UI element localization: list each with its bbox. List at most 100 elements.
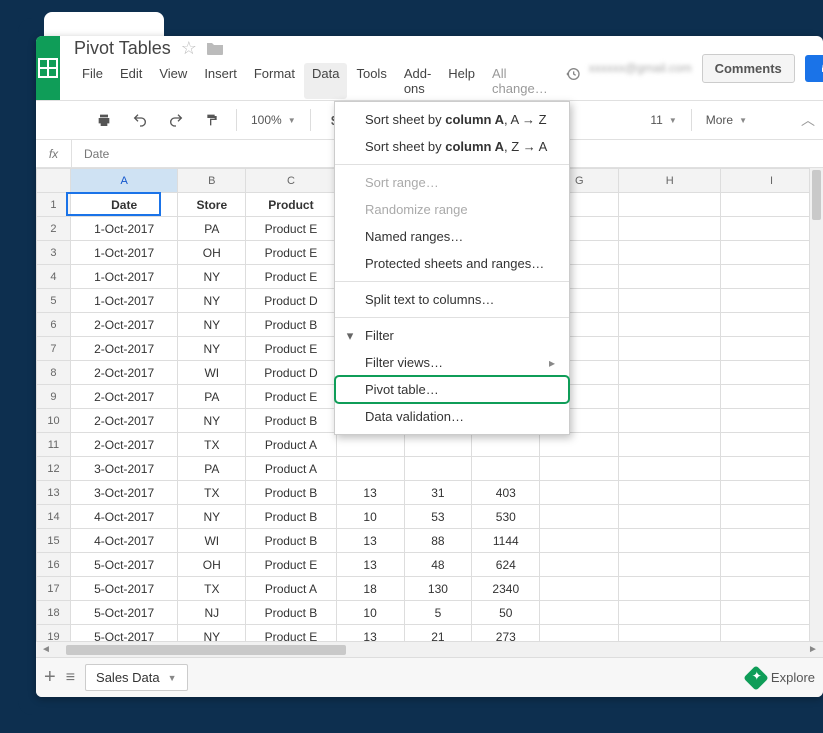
collapse-toolbar-icon[interactable]: ︿ bbox=[801, 110, 815, 130]
cell[interactable]: Store bbox=[178, 193, 246, 217]
cell[interactable] bbox=[619, 361, 721, 385]
cell[interactable]: 5-Oct-2017 bbox=[70, 577, 177, 601]
row-header[interactable]: 4 bbox=[37, 265, 71, 289]
cell[interactable]: 31 bbox=[404, 481, 472, 505]
cell[interactable]: PA bbox=[178, 385, 246, 409]
cell[interactable]: PA bbox=[178, 457, 246, 481]
cell[interactable]: Product E bbox=[246, 553, 336, 577]
cell[interactable] bbox=[619, 553, 721, 577]
all-sheets-icon[interactable]: ≡ bbox=[66, 669, 75, 687]
cell[interactable]: 5-Oct-2017 bbox=[70, 601, 177, 625]
cell[interactable] bbox=[472, 433, 540, 457]
cell[interactable]: Product E bbox=[246, 241, 336, 265]
cell[interactable]: 1-Oct-2017 bbox=[70, 217, 177, 241]
col-header[interactable]: B bbox=[178, 169, 246, 193]
horizontal-scrollbar[interactable]: ◄ ► bbox=[36, 641, 823, 657]
vertical-scrollbar[interactable] bbox=[809, 168, 823, 641]
cell[interactable] bbox=[721, 217, 823, 241]
cell[interactable]: 4-Oct-2017 bbox=[70, 529, 177, 553]
explore-button[interactable]: Explore bbox=[747, 669, 815, 687]
cell[interactable]: 21 bbox=[404, 625, 472, 642]
star-icon[interactable]: ☆ bbox=[181, 40, 197, 56]
cell[interactable]: Product E bbox=[246, 625, 336, 642]
cell[interactable] bbox=[619, 265, 721, 289]
cell[interactable]: 50 bbox=[472, 601, 540, 625]
cell[interactable]: 130 bbox=[404, 577, 472, 601]
history-icon[interactable] bbox=[557, 63, 589, 99]
menu-help[interactable]: Help bbox=[440, 63, 483, 99]
cell[interactable] bbox=[540, 457, 619, 481]
cell[interactable]: 2-Oct-2017 bbox=[70, 313, 177, 337]
menu-view[interactable]: View bbox=[151, 63, 195, 99]
cell[interactable] bbox=[721, 529, 823, 553]
menu-file[interactable]: File bbox=[74, 63, 111, 99]
cell[interactable] bbox=[619, 625, 721, 642]
cell[interactable]: 2-Oct-2017 bbox=[70, 433, 177, 457]
cell[interactable]: Product B bbox=[246, 529, 336, 553]
col-header[interactable]: I bbox=[721, 169, 823, 193]
cell[interactable]: NJ bbox=[178, 601, 246, 625]
scroll-thumb[interactable] bbox=[66, 645, 346, 655]
row-header[interactable]: 19 bbox=[37, 625, 71, 642]
cell[interactable] bbox=[540, 601, 619, 625]
menu-format[interactable]: Format bbox=[246, 63, 303, 99]
cell[interactable] bbox=[619, 433, 721, 457]
cell[interactable] bbox=[619, 289, 721, 313]
cell[interactable] bbox=[721, 457, 823, 481]
cell[interactable]: Product bbox=[246, 193, 336, 217]
cell[interactable]: Date bbox=[70, 193, 177, 217]
cell[interactable]: 18 bbox=[336, 577, 404, 601]
cell[interactable]: NY bbox=[178, 313, 246, 337]
cell[interactable] bbox=[619, 601, 721, 625]
cell[interactable] bbox=[540, 505, 619, 529]
cell[interactable]: WI bbox=[178, 361, 246, 385]
sheets-logo[interactable] bbox=[36, 36, 60, 100]
row-header[interactable]: 14 bbox=[37, 505, 71, 529]
cell[interactable] bbox=[721, 577, 823, 601]
row-header[interactable]: 12 bbox=[37, 457, 71, 481]
cell[interactable] bbox=[540, 553, 619, 577]
row-header[interactable]: 1 bbox=[37, 193, 71, 217]
doc-title[interactable]: Pivot Tables bbox=[74, 38, 171, 59]
cell[interactable] bbox=[619, 409, 721, 433]
cell[interactable]: 403 bbox=[472, 481, 540, 505]
cell[interactable]: Product E bbox=[246, 385, 336, 409]
cell[interactable]: TX bbox=[178, 481, 246, 505]
cell[interactable]: 13 bbox=[336, 529, 404, 553]
cell[interactable] bbox=[472, 457, 540, 481]
cell[interactable]: NY bbox=[178, 409, 246, 433]
cell[interactable]: NY bbox=[178, 265, 246, 289]
add-sheet-icon[interactable]: + bbox=[44, 666, 56, 689]
cell[interactable]: 10 bbox=[336, 505, 404, 529]
menu-data[interactable]: Data bbox=[304, 63, 347, 99]
scroll-right-icon[interactable]: ► bbox=[807, 644, 819, 655]
cell[interactable] bbox=[721, 337, 823, 361]
cell[interactable]: Product A bbox=[246, 577, 336, 601]
menu-pivot-table[interactable]: Pivot table… bbox=[335, 376, 569, 403]
zoom-dropdown[interactable]: 100% bbox=[245, 106, 302, 134]
cell[interactable]: Product B bbox=[246, 409, 336, 433]
cell[interactable]: WI bbox=[178, 529, 246, 553]
cell[interactable]: 88 bbox=[404, 529, 472, 553]
col-header[interactable]: H bbox=[619, 169, 721, 193]
fontsize-dropdown[interactable]: 11 bbox=[644, 106, 682, 134]
cell[interactable] bbox=[540, 481, 619, 505]
menu-tools[interactable]: Tools bbox=[348, 63, 394, 99]
cell[interactable] bbox=[721, 313, 823, 337]
cell[interactable]: 5 bbox=[404, 601, 472, 625]
row-header[interactable]: 11 bbox=[37, 433, 71, 457]
undo-icon[interactable] bbox=[124, 106, 156, 134]
menu-insert[interactable]: Insert bbox=[196, 63, 245, 99]
cell[interactable]: 3-Oct-2017 bbox=[70, 481, 177, 505]
menu-data-validation[interactable]: Data validation… bbox=[335, 403, 569, 430]
cell[interactable]: 13 bbox=[336, 625, 404, 642]
cell[interactable]: 530 bbox=[472, 505, 540, 529]
cell[interactable]: NY bbox=[178, 289, 246, 313]
col-header[interactable]: A bbox=[70, 169, 177, 193]
cell[interactable]: 5-Oct-2017 bbox=[70, 553, 177, 577]
cell[interactable]: NY bbox=[178, 337, 246, 361]
cell[interactable] bbox=[619, 577, 721, 601]
menu-filter[interactable]: ▾ Filter bbox=[335, 322, 569, 349]
cell[interactable]: 53 bbox=[404, 505, 472, 529]
row-header[interactable]: 5 bbox=[37, 289, 71, 313]
